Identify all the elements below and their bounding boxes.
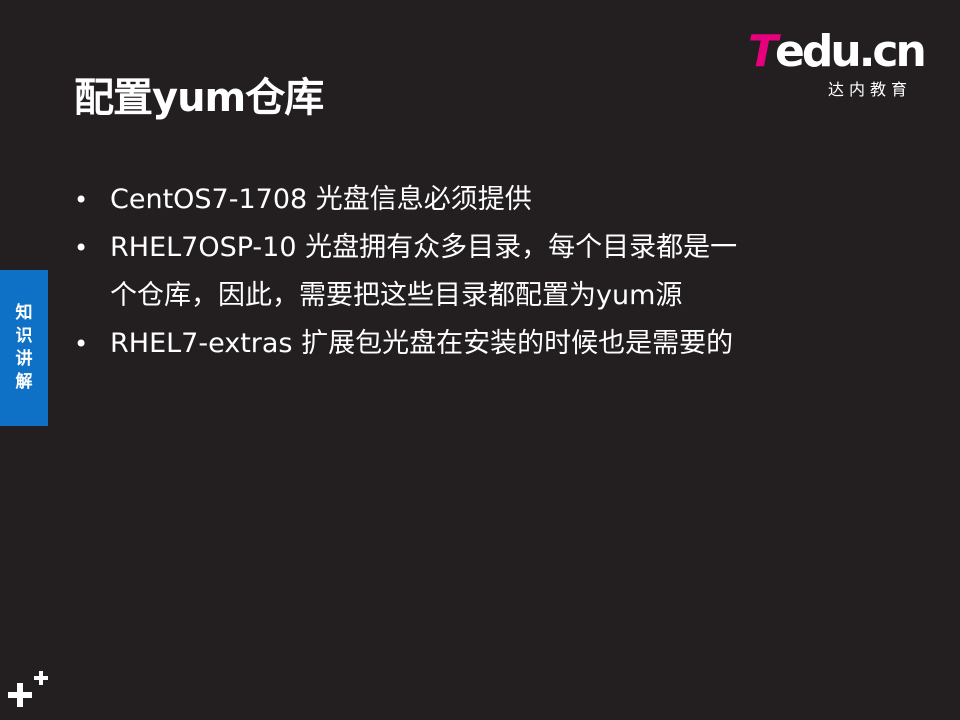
bullet-item: • CentOS7-1708 光盘信息必须提供 [74, 176, 874, 224]
bullet-text: RHEL7OSP-10 光盘拥有众多目录，每个目录都是一 [110, 232, 738, 263]
side-tab-char: 识 [15, 326, 33, 346]
tedu-logo: Tedu.cn 达内教育 [748, 28, 928, 100]
side-tab-char: 讲 [15, 349, 33, 369]
side-tab-char: 解 [15, 372, 33, 392]
bullet-marker: • [74, 186, 89, 214]
plus-plus-icon [8, 671, 48, 707]
logo-wordmark: Tedu.cn [748, 26, 927, 77]
side-tab-char: 知 [15, 303, 33, 323]
side-tab-knowledge: 知 识 讲 解 [0, 270, 48, 426]
bullet-marker: • [74, 330, 89, 358]
bullet-marker: • [74, 234, 89, 262]
bullet-list: • CentOS7-1708 光盘信息必须提供 • RHEL7OSP-10 光盘… [74, 176, 874, 368]
slide-title: 配置yum仓库 [74, 75, 324, 121]
bullet-item: • RHEL7-extras 扩展包光盘在安装的时候也是需要的 [74, 320, 874, 368]
bullet-text: CentOS7-1708 光盘信息必须提供 [110, 184, 532, 215]
bullet-text: RHEL7-extras 扩展包光盘在安装的时候也是需要的 [110, 328, 734, 359]
bullet-text: 个仓库，因此，需要把这些目录都配置为yum源 [110, 280, 683, 311]
bullet-item: • RHEL7OSP-10 光盘拥有众多目录，每个目录都是一 个仓库，因此，需要… [74, 224, 874, 320]
logo-subtitle: 达内教育 [828, 80, 913, 99]
